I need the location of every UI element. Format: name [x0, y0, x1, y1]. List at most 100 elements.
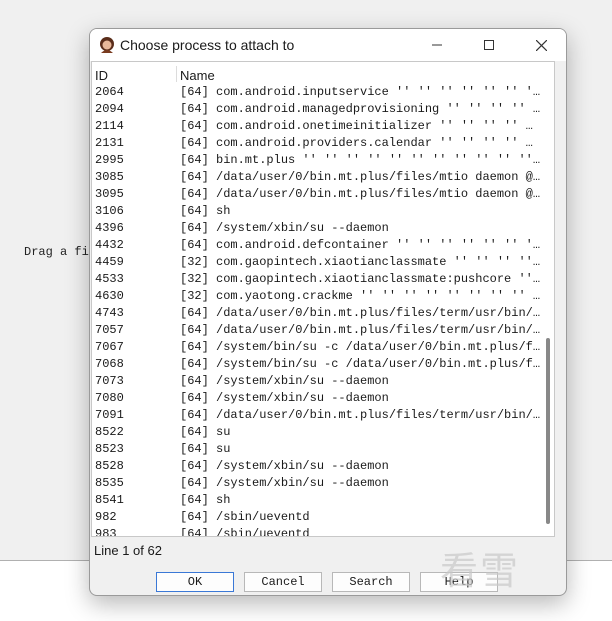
process-id: 7091: [95, 408, 124, 422]
process-name: [64] /data/user/0/bin.mt.plus/files/term…: [180, 323, 541, 337]
process-name: [64] sh: [180, 493, 231, 507]
process-name: [64] /sbin/ueventd: [180, 510, 310, 524]
process-id: 2995: [95, 153, 124, 167]
process-row[interactable]: 7091 [64] /data/user/0/bin.mt.plus/files/…: [92, 407, 544, 424]
column-header-name[interactable]: Name: [180, 68, 215, 83]
process-id: 4533: [95, 272, 124, 286]
process-row[interactable]: 4743 [64] /data/user/0/bin.mt.plus/files/…: [92, 305, 544, 322]
process-row[interactable]: 7067 [64] /system/bin/su -c /data/user/0/…: [92, 339, 544, 356]
vertical-scrollbar[interactable]: [542, 62, 554, 536]
process-id: 8522: [95, 425, 124, 439]
attach-process-dialog: Choose process to attach to ID Name 2064…: [89, 28, 567, 596]
process-id: 983: [95, 527, 117, 537]
scrollbar-thumb[interactable]: [546, 338, 550, 524]
dialog-title: Choose process to attach to: [120, 37, 295, 53]
line-status: Line 1 of 62: [94, 543, 162, 558]
process-name: [64] /sbin/ueventd: [180, 527, 310, 537]
process-row[interactable]: 4432 [64] com.android.defcontainer '' '' …: [92, 237, 544, 254]
process-row[interactable]: 7073 [64] /system/xbin/su --daemon: [92, 373, 544, 390]
process-row[interactable]: 2995 [64] bin.mt.plus '' '' '' '' '' '' '…: [92, 152, 544, 169]
process-id: 4459: [95, 255, 124, 269]
process-name: [32] com.gaopintech.xiaotianclassmate:pu…: [180, 272, 544, 286]
process-id: 7068: [95, 357, 124, 371]
dialog-titlebar[interactable]: Choose process to attach to: [90, 29, 566, 61]
process-list-header: ID Name: [92, 62, 548, 84]
search-button[interactable]: Search: [332, 572, 410, 592]
process-row[interactable]: 3085 [64] /data/user/0/bin.mt.plus/files/…: [92, 169, 544, 186]
cancel-button[interactable]: Cancel: [244, 572, 322, 592]
process-name: [64] /system/bin/su -c /data/user/0/bin.…: [180, 357, 541, 371]
process-name: [64] su: [180, 425, 231, 439]
process-row[interactable]: 8528 [64] /system/xbin/su --daemon: [92, 458, 544, 475]
process-row[interactable]: 8523 [64] su: [92, 441, 544, 458]
process-row[interactable]: 3106 [64] sh: [92, 203, 544, 220]
process-id: 2114: [95, 119, 124, 133]
process-row[interactable]: 2094 [64] com.android.managedprovisioning…: [92, 101, 544, 118]
process-row[interactable]: 7080 [64] /system/xbin/su --daemon: [92, 390, 544, 407]
process-list[interactable]: ID Name 2064 [64] com.android.inputservic…: [91, 61, 555, 537]
process-id: 4432: [95, 238, 124, 252]
process-row[interactable]: 8535 [64] /system/xbin/su --daemon: [92, 475, 544, 492]
close-button[interactable]: [518, 29, 564, 61]
process-name: [64] com.android.onetimeinitializer '' '…: [180, 119, 533, 133]
process-row[interactable]: 7068 [64] /system/bin/su -c /data/user/0/…: [92, 356, 544, 373]
process-row[interactable]: 4459 [32] com.gaopintech.xiaotianclassmat…: [92, 254, 544, 271]
process-name: [64] /system/xbin/su --daemon: [180, 391, 389, 405]
process-name: [32] com.gaopintech.xiaotianclassmate ''…: [180, 255, 544, 269]
process-id: 3085: [95, 170, 124, 184]
process-row[interactable]: 2114 [64] com.android.onetimeinitializer …: [92, 118, 544, 135]
process-id: 7067: [95, 340, 124, 354]
minimize-button[interactable]: [414, 29, 460, 61]
process-name: [64] /system/xbin/su --daemon: [180, 221, 389, 235]
process-name: [64] com.android.defcontainer '' '' '' '…: [180, 238, 544, 252]
ok-button[interactable]: OK: [156, 572, 234, 592]
process-id: 4743: [95, 306, 124, 320]
process-id: 8535: [95, 476, 124, 490]
process-row[interactable]: 3095 [64] /data/user/0/bin.mt.plus/files/…: [92, 186, 544, 203]
process-id: 8541: [95, 493, 124, 507]
process-name: [64] /data/user/0/bin.mt.plus/files/term…: [180, 306, 541, 320]
process-id: 3106: [95, 204, 124, 218]
watermark: 看雪: [440, 549, 521, 593]
process-name: [64] /data/user/0/bin.mt.plus/files/mtio…: [180, 170, 541, 184]
process-id: 2094: [95, 102, 124, 116]
process-id: 982: [95, 510, 117, 524]
process-id: 8523: [95, 442, 124, 456]
column-header-id[interactable]: ID: [95, 68, 108, 83]
process-row[interactable]: 4630 [32] com.yaotong.crackme '' '' '' ''…: [92, 288, 544, 305]
process-row[interactable]: 2064 [64] com.android.inputservice '' '' …: [92, 84, 544, 101]
drag-hint-text: Drag a fi: [24, 245, 89, 259]
maximize-button[interactable]: [466, 29, 512, 61]
ida-avatar-icon: [100, 37, 114, 53]
process-rows: 2064 [64] com.android.inputservice '' '' …: [92, 84, 544, 537]
process-row[interactable]: 4533 [32] com.gaopintech.xiaotianclassmat…: [92, 271, 544, 288]
process-row[interactable]: 4396 [64] /system/xbin/su --daemon: [92, 220, 544, 237]
process-id: 4630: [95, 289, 124, 303]
process-id: 7073: [95, 374, 124, 388]
process-row[interactable]: 982 [64] /sbin/ueventd: [92, 509, 544, 526]
process-id: 7057: [95, 323, 124, 337]
column-separator[interactable]: [176, 66, 177, 82]
process-row[interactable]: 983 [64] /sbin/ueventd: [92, 526, 544, 537]
minimize-icon: [432, 44, 442, 46]
process-name: [64] su: [180, 442, 231, 456]
process-name: [64] com.android.managedprovisioning '' …: [180, 102, 541, 116]
process-name: [64] /system/xbin/su --daemon: [180, 476, 389, 490]
process-name: [64] /data/user/0/bin.mt.plus/files/mtio…: [180, 187, 541, 201]
process-id: 3095: [95, 187, 124, 201]
process-row[interactable]: 7057 [64] /data/user/0/bin.mt.plus/files/…: [92, 322, 544, 339]
process-name: [64] /system/xbin/su --daemon: [180, 374, 389, 388]
process-name: [64] /data/user/0/bin.mt.plus/files/term…: [180, 408, 541, 422]
maximize-icon: [484, 40, 494, 50]
process-row[interactable]: 8522 [64] su: [92, 424, 544, 441]
process-name: [64] /system/bin/su -c /data/user/0/bin.…: [180, 340, 541, 354]
process-id: 8528: [95, 459, 124, 473]
process-row[interactable]: 2131 [64] com.android.providers.calendar …: [92, 135, 544, 152]
process-row[interactable]: 8541 [64] sh: [92, 492, 544, 509]
process-id: 7080: [95, 391, 124, 405]
process-name: [64] /system/xbin/su --daemon: [180, 459, 389, 473]
process-name: [64] sh: [180, 204, 231, 218]
process-id: 2064: [95, 85, 124, 99]
close-icon: [535, 39, 547, 51]
process-name: [32] com.yaotong.crackme '' '' '' '' '' …: [180, 289, 544, 303]
